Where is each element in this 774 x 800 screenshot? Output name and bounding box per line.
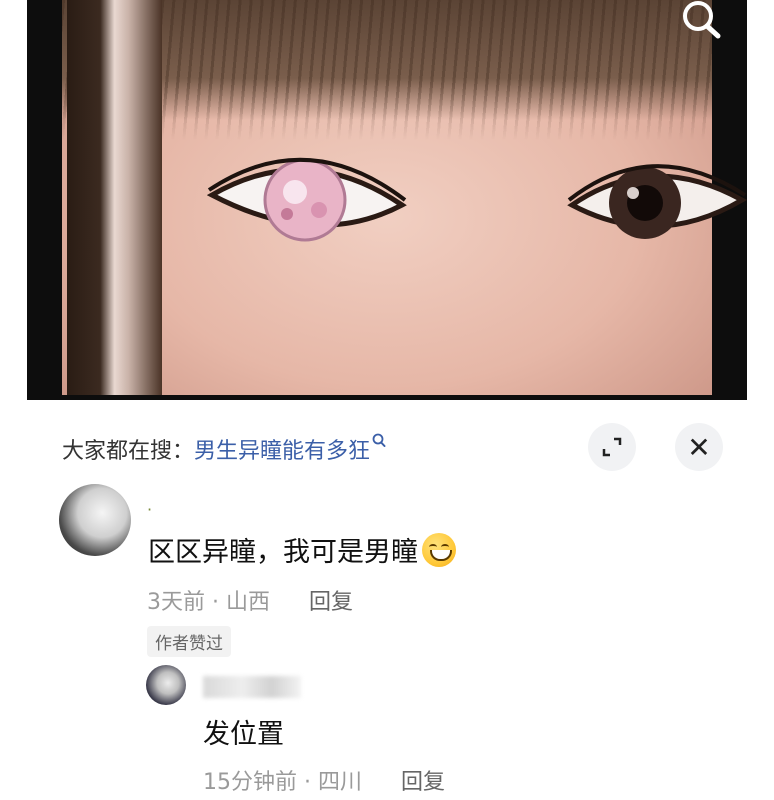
author-liked-badge: 作者赞过 xyxy=(147,626,231,657)
hair-ribbon xyxy=(67,0,162,395)
small-search-icon xyxy=(372,433,386,447)
trending-search-prefix: 大家都在搜： xyxy=(62,439,195,464)
comment-meta: 3天前 · 山西 回复 xyxy=(147,590,354,615)
avatar[interactable] xyxy=(59,484,131,556)
reply-avatar[interactable] xyxy=(146,665,186,705)
grinning-face-icon xyxy=(422,532,456,567)
comment-location: 山西 xyxy=(226,590,271,615)
search-icon[interactable] xyxy=(679,0,723,40)
reply-text: 发位置 xyxy=(203,719,284,750)
reply-button[interactable]: 回复 xyxy=(401,770,445,795)
expand-button[interactable] xyxy=(588,423,636,471)
post-image[interactable] xyxy=(0,0,774,420)
pink-eye xyxy=(207,157,407,242)
comment-author-name[interactable]: · xyxy=(147,500,152,519)
reply-time: 15分钟前 xyxy=(203,770,297,795)
brown-eye xyxy=(567,164,747,239)
expand-icon xyxy=(602,437,622,457)
reply-location: 四川 xyxy=(318,770,363,795)
reply-button[interactable]: 回复 xyxy=(309,590,353,615)
close-icon: ✕ xyxy=(687,430,711,464)
reply-meta: 15分钟前 · 四川 回复 xyxy=(203,770,446,795)
blurred-username xyxy=(203,676,301,698)
comment-body: 区区异瞳，我可是男瞳 xyxy=(148,537,418,568)
close-button[interactable]: ✕ xyxy=(675,423,723,471)
image-frame xyxy=(27,0,747,400)
trending-search[interactable]: 大家都在搜：男生异瞳能有多狂 xyxy=(62,433,386,465)
comment-text: 区区异瞳，我可是男瞳 xyxy=(148,530,456,569)
comment-time: 3天前 xyxy=(147,590,205,615)
trending-search-keyword[interactable]: 男生异瞳能有多狂 xyxy=(194,439,370,464)
